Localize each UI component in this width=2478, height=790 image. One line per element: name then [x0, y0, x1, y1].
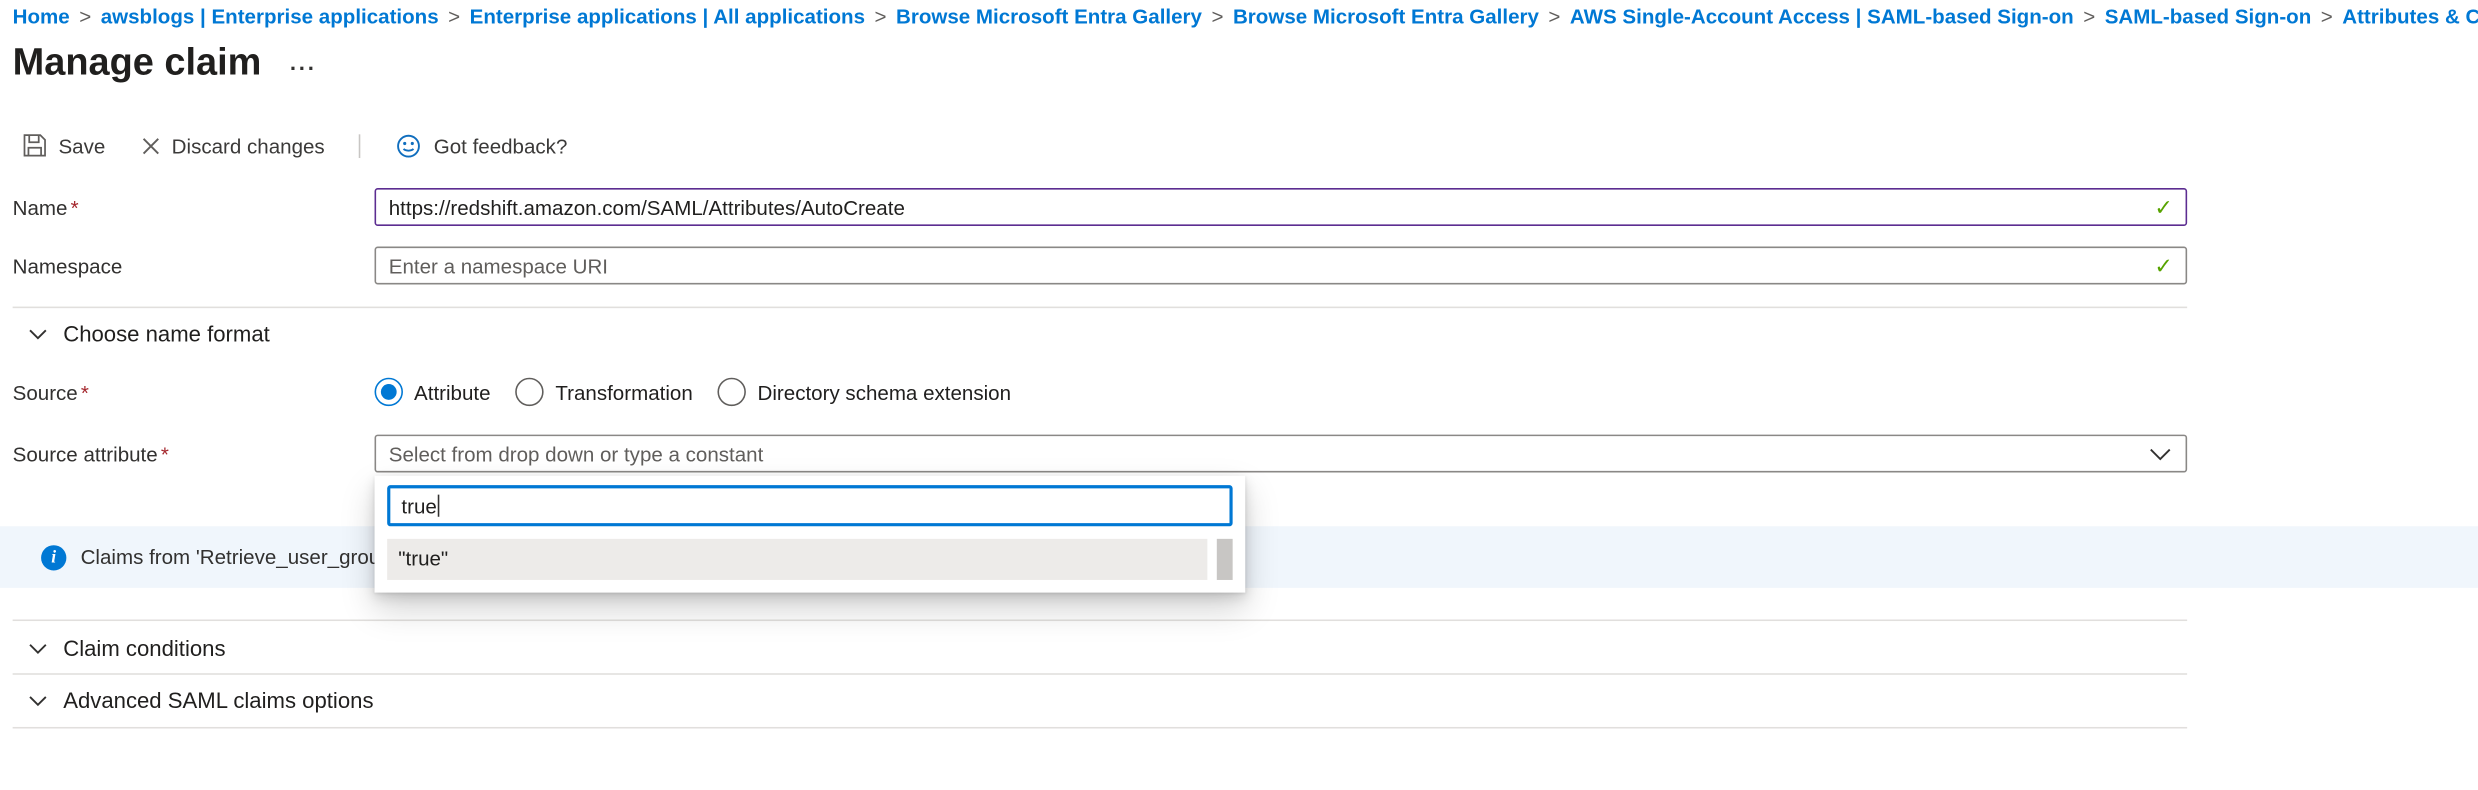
radio-directory-label: Directory schema extension	[758, 380, 1011, 404]
namespace-input[interactable]	[375, 247, 2188, 285]
breadcrumb-link-home[interactable]: Home	[13, 5, 70, 29]
source-label: Source*	[13, 380, 375, 404]
source-attribute-label: Source attribute*	[13, 442, 375, 466]
namespace-row: Namespace ✓	[13, 247, 2478, 285]
source-attribute-dropdown-panel: true "true"	[375, 476, 1246, 593]
valid-check-icon: ✓	[2154, 194, 2173, 221]
radio-unselected-icon	[516, 378, 544, 406]
name-row: Name* ✓	[13, 188, 2478, 226]
discard-changes-label: Discard changes	[172, 134, 325, 158]
save-button[interactable]: Save	[22, 133, 105, 158]
chevron-down-icon	[28, 639, 47, 656]
section-label: Claim conditions	[63, 635, 225, 660]
namespace-label-text: Namespace	[13, 254, 123, 278]
breadcrumb-link-entra-gallery-1[interactable]: Browse Microsoft Entra Gallery	[896, 5, 1202, 29]
close-icon	[140, 135, 161, 156]
breadcrumb-link-attributes-claims[interactable]: Attributes & Claims	[2342, 5, 2478, 29]
more-options-button[interactable]: ···	[290, 55, 317, 80]
name-field: ✓	[375, 188, 2188, 226]
namespace-label: Namespace	[13, 254, 375, 278]
feedback-label: Got feedback?	[434, 134, 568, 158]
divider	[13, 307, 2187, 309]
feedback-button[interactable]: Got feedback?	[396, 132, 568, 159]
command-bar: Save Discard changes Got feedback?	[22, 126, 2478, 164]
page-title: Manage claim	[13, 41, 262, 85]
breadcrumb-link-awsblogs[interactable]: awsblogs | Enterprise applications	[101, 5, 439, 29]
breadcrumb-link-saml-signon[interactable]: SAML-based Sign-on	[2105, 5, 2312, 29]
dropdown-option-list: "true"	[387, 539, 1232, 580]
radio-unselected-icon	[718, 378, 746, 406]
breadcrumb-separator: >	[1548, 5, 1560, 29]
chevron-down-icon	[28, 325, 47, 342]
radio-attribute[interactable]: Attribute	[375, 378, 491, 406]
divider	[13, 673, 2187, 675]
section-choose-name-format[interactable]: Choose name format	[28, 321, 2477, 346]
dropdown-search-input[interactable]: true	[387, 485, 1232, 526]
dropdown-search-value: true	[401, 494, 436, 518]
divider	[13, 619, 2187, 621]
toolbar-divider	[359, 134, 361, 158]
manage-claim-page: Home > awsblogs | Enterprise applications >…	[0, 0, 2478, 790]
source-attribute-dropdown[interactable]: Select from drop down or type a constant	[375, 435, 2188, 473]
source-label-text: Source	[13, 380, 78, 404]
breadcrumb-separator: >	[79, 5, 91, 29]
breadcrumb-separator: >	[2321, 5, 2333, 29]
required-asterisk: *	[161, 442, 169, 466]
source-attribute-label-text: Source attribute	[13, 442, 158, 466]
info-icon: i	[41, 544, 66, 569]
save-icon	[22, 133, 47, 158]
radio-attribute-label: Attribute	[414, 380, 491, 404]
source-attribute-placeholder: Select from drop down or type a constant	[389, 442, 764, 466]
radio-transformation-label: Transformation	[555, 380, 692, 404]
dropdown-option-true[interactable]: "true"	[387, 539, 1207, 580]
discard-changes-button[interactable]: Discard changes	[140, 134, 325, 158]
dropdown-scrollbar[interactable]	[1217, 539, 1233, 580]
breadcrumb-separator: >	[2083, 5, 2095, 29]
radio-directory-schema-extension[interactable]: Directory schema extension	[718, 378, 1011, 406]
chevron-down-icon	[28, 691, 47, 708]
source-row: Source* Attribute Transformation Directo…	[13, 378, 2478, 406]
breadcrumb-separator: >	[875, 5, 887, 29]
feedback-smiley-icon	[396, 132, 423, 159]
chevron-down-icon[interactable]	[2149, 447, 2171, 461]
breadcrumb-link-all-applications[interactable]: Enterprise applications | All applicatio…	[470, 5, 865, 29]
section-claim-conditions[interactable]: Claim conditions	[28, 635, 2477, 660]
save-label: Save	[58, 134, 105, 158]
section-advanced-saml-options[interactable]: Advanced SAML claims options	[28, 687, 2477, 712]
name-label: Name*	[13, 195, 375, 219]
required-asterisk: *	[71, 195, 79, 219]
breadcrumb: Home > awsblogs | Enterprise applications >…	[0, 0, 2478, 28]
source-attribute-row: Source attribute* Select from drop down …	[13, 435, 2478, 473]
scrollbar-thumb[interactable]	[1217, 539, 1233, 580]
required-asterisk: *	[81, 380, 89, 404]
name-label-text: Name	[13, 195, 68, 219]
breadcrumb-link-aws-saml[interactable]: AWS Single-Account Access | SAML-based S…	[1570, 5, 2074, 29]
radio-transformation[interactable]: Transformation	[516, 378, 693, 406]
divider	[13, 727, 2187, 729]
section-label: Choose name format	[63, 321, 270, 346]
breadcrumb-separator: >	[1211, 5, 1223, 29]
breadcrumb-link-entra-gallery-2[interactable]: Browse Microsoft Entra Gallery	[1233, 5, 1539, 29]
source-radio-group: Attribute Transformation Directory schem…	[375, 378, 2188, 406]
breadcrumb-separator: >	[448, 5, 460, 29]
namespace-field: ✓	[375, 247, 2188, 285]
section-label: Advanced SAML claims options	[63, 687, 373, 712]
name-input[interactable]	[375, 188, 2188, 226]
valid-check-icon: ✓	[2154, 253, 2173, 280]
title-row: Manage claim ···	[13, 41, 2478, 85]
text-cursor	[438, 495, 440, 517]
source-attribute-field: Select from drop down or type a constant…	[375, 435, 2188, 473]
radio-selected-icon	[375, 378, 403, 406]
